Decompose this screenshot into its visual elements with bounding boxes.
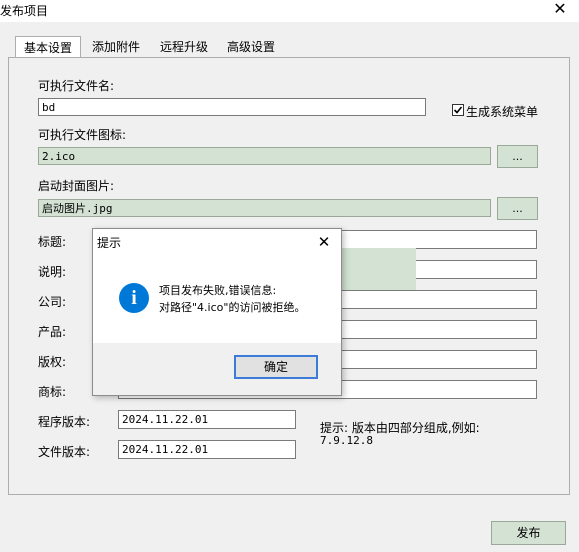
dialog-message-line1: 项目发布失败,错误信息:: [159, 284, 277, 297]
window-close-button[interactable]: ✕: [547, 0, 573, 20]
tab-add-attachments[interactable]: 添加附件: [87, 36, 145, 58]
title-bar: [0, 0, 579, 22]
browse-splash-button[interactable]: ...: [497, 197, 538, 220]
dialog-close-button[interactable]: ✕: [313, 232, 335, 252]
gen-menu-checkbox[interactable]: [452, 104, 464, 116]
trademark-label: 商标:: [38, 385, 67, 399]
exe-name-label: 可执行文件名:: [38, 79, 115, 93]
splash-label: 启动封面图片:: [38, 179, 115, 193]
exe-icon-label: 可执行文件图标:: [38, 128, 127, 142]
exe-icon-input[interactable]: 2.ico: [38, 147, 491, 165]
desc-label: 说明:: [38, 265, 67, 279]
splash-input[interactable]: 启动图片.jpg: [38, 199, 491, 217]
tab-basic-settings[interactable]: 基本设置: [15, 36, 81, 59]
ok-button[interactable]: 确定: [234, 355, 318, 379]
alert-dialog: 提示 ✕ i 项目发布失败,错误信息: 对路径"4.ico"的访问被拒绝。 确定: [92, 228, 342, 396]
title-label: 标题:: [38, 235, 67, 249]
info-icon: i: [119, 283, 149, 313]
product-label: 产品:: [38, 325, 67, 339]
gen-menu-label: 生成系统菜单: [466, 105, 539, 119]
prog-version-label: 程序版本:: [38, 415, 91, 429]
publish-button[interactable]: 发布: [491, 521, 566, 545]
file-version-label: 文件版本:: [38, 445, 91, 459]
dialog-message-line2: 对路径"4.ico"的访问被拒绝。: [159, 301, 306, 314]
prog-version-input[interactable]: 2024.11.22.01: [118, 410, 296, 429]
company-label: 公司:: [38, 295, 67, 309]
file-version-input[interactable]: 2024.11.22.01: [118, 440, 296, 459]
tab-advanced-settings[interactable]: 高级设置: [222, 36, 280, 58]
browse-icon-button[interactable]: ...: [497, 145, 538, 168]
checkmark-icon: [453, 106, 463, 114]
version-hint-example: 7.9.12.8: [320, 434, 373, 447]
copyright-label: 版权:: [38, 355, 67, 369]
window-title: 发布项目: [0, 4, 49, 18]
dialog-title: 提示: [97, 236, 122, 250]
tab-remote-upgrade[interactable]: 远程升级: [155, 36, 213, 58]
exe-name-input[interactable]: bd: [38, 98, 426, 116]
